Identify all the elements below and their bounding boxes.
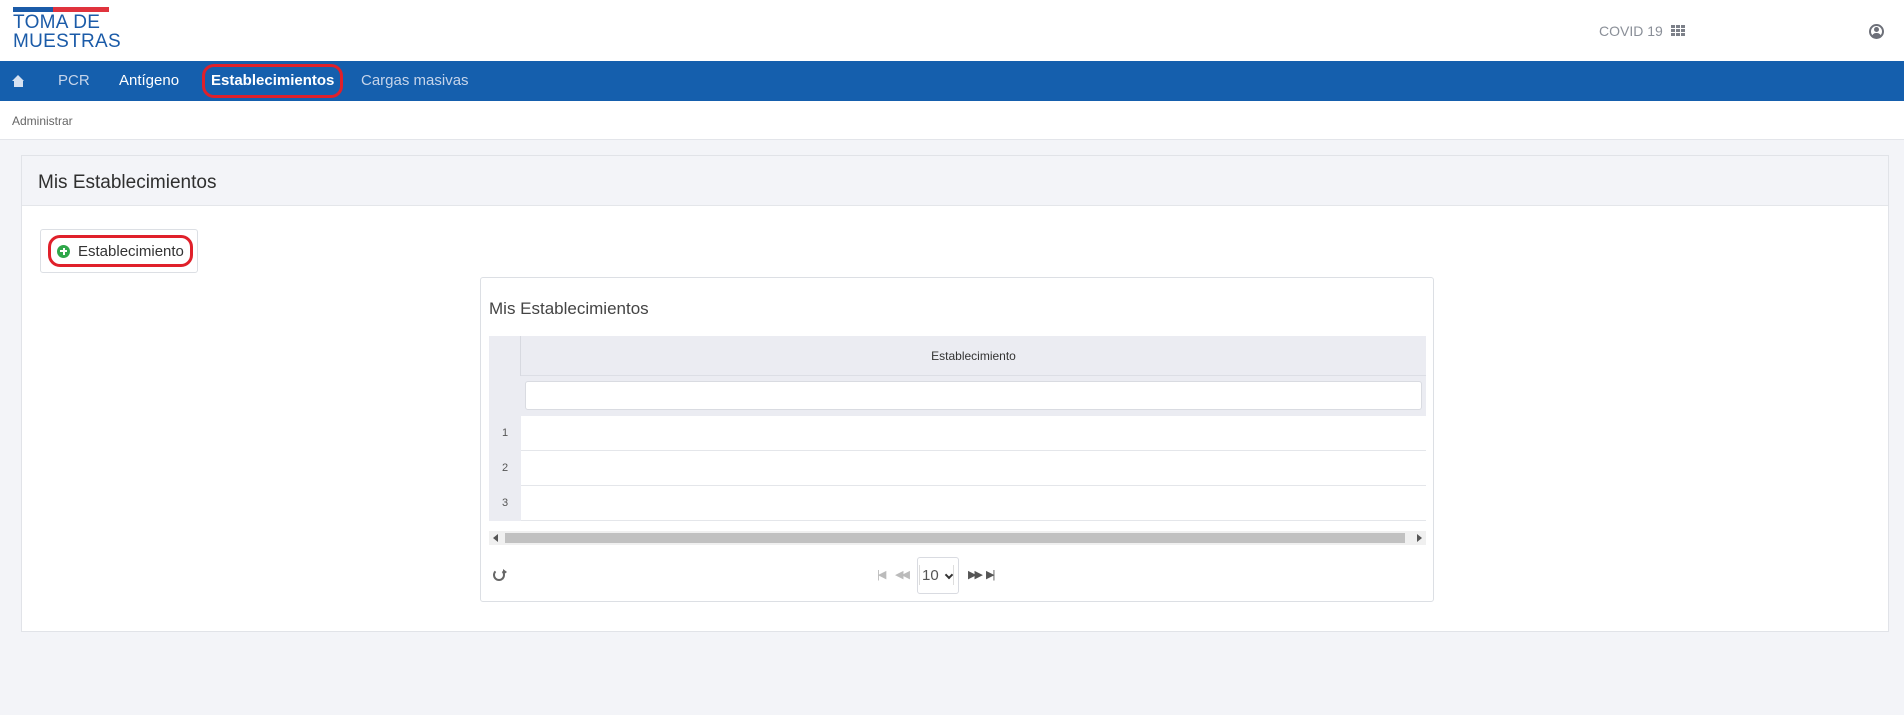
chevron-down-icon <box>944 570 954 580</box>
logo[interactable]: TOMA DE MUESTRAS <box>13 7 121 52</box>
last-page-icon[interactable]: ▶| <box>986 568 995 581</box>
logo-line-1: TOMA DE <box>13 12 101 33</box>
table-row[interactable]: 3 <box>489 486 1426 521</box>
grid-title: Mis Establecimientos <box>489 299 649 318</box>
page-size-value: 10 <box>922 567 939 584</box>
plus-circle-icon <box>57 244 70 258</box>
nav-item-pcr[interactable]: PCR <box>58 61 90 101</box>
table-row[interactable]: 2 <box>489 451 1426 486</box>
nav-item-antigeno[interactable]: Antígeno <box>119 61 179 101</box>
top-header: TOMA DE MUESTRAS COVID 19 <box>0 0 1904 61</box>
row-number: 1 <box>489 416 521 451</box>
grid-header-row: Establecimiento <box>489 336 1426 416</box>
nav-item-cargas-masivas[interactable]: Cargas masivas <box>361 61 469 101</box>
breadcrumb-administrar[interactable]: Administrar <box>12 114 73 128</box>
pager: |◀ ◀◀ ▶▶ ▶| 10 <box>489 557 1426 595</box>
horizontal-scrollbar[interactable] <box>489 531 1426 545</box>
user-account-icon[interactable] <box>1869 24 1884 39</box>
panel-title: Mis Establecimientos <box>38 172 217 193</box>
covid-label: COVID 19 <box>1599 23 1663 39</box>
first-page-icon[interactable]: |◀ <box>877 568 886 581</box>
covid-menu[interactable]: COVID 19 <box>1599 23 1685 39</box>
page-size-select[interactable]: 10 <box>917 557 959 594</box>
row-number: 3 <box>489 486 521 521</box>
add-establecimiento-highlight[interactable]: Establecimiento <box>48 235 193 267</box>
scroll-left-arrow-icon[interactable] <box>493 534 498 542</box>
add-establecimiento-button[interactable]: Establecimiento <box>40 229 198 273</box>
prev-page-icon[interactable]: ◀◀ <box>895 568 910 581</box>
logo-line-2: MUESTRAS <box>13 31 121 52</box>
next-page-icon[interactable]: ▶▶ <box>968 568 983 581</box>
establecimiento-filter-input[interactable] <box>525 381 1422 410</box>
row-number: 2 <box>489 451 521 486</box>
breadcrumb-bar: Administrar <box>0 101 1904 140</box>
table-cell[interactable] <box>521 416 1426 451</box>
panel-header: Mis Establecimientos <box>22 156 1888 206</box>
establecimientos-panel: Mis Establecimientos Establecimiento Mis… <box>21 155 1889 632</box>
home-icon[interactable] <box>12 75 25 87</box>
apps-grid-icon <box>1670 25 1685 37</box>
establecimientos-grid-card: Mis Establecimientos Establecimiento 1 2… <box>480 277 1434 602</box>
add-establecimiento-label: Establecimiento <box>78 242 184 260</box>
main-nav: PCR Antígeno Establecimientos Cargas mas… <box>0 61 1904 101</box>
nav-item-establecimientos[interactable]: Establecimientos <box>201 61 344 101</box>
table-row[interactable]: 1 <box>489 416 1426 451</box>
table-cell[interactable] <box>521 486 1426 521</box>
scroll-thumb[interactable] <box>505 533 1405 543</box>
scroll-right-arrow-icon[interactable] <box>1417 534 1422 542</box>
filter-row <box>489 376 1426 416</box>
column-header-establecimiento[interactable]: Establecimiento <box>521 336 1426 376</box>
refresh-icon[interactable] <box>493 569 507 581</box>
table-cell[interactable] <box>521 451 1426 486</box>
